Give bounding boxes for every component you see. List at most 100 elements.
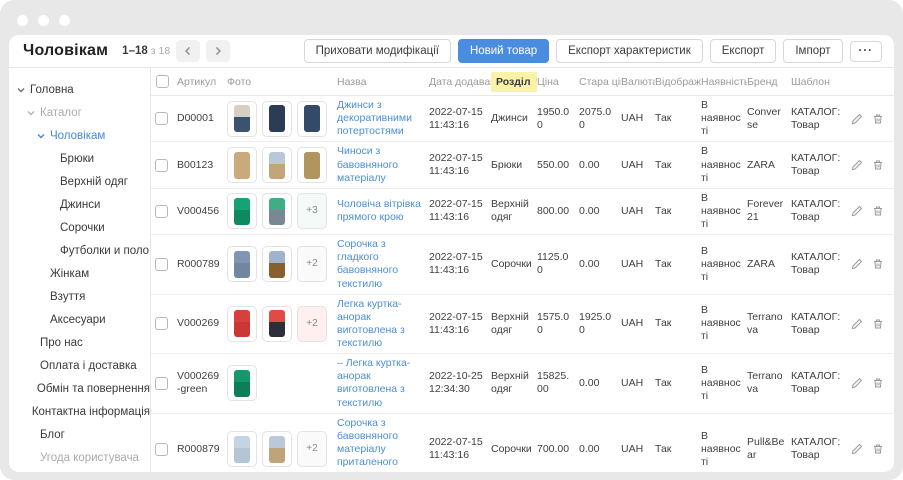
chevron-down-icon <box>37 132 50 140</box>
product-name-link[interactable]: Сорочка з гладкого бавовняного текстилю <box>337 238 398 289</box>
sidebar-item[interactable]: Оплата і доставка <box>9 354 150 377</box>
product-sku: V000269-green <box>177 370 227 396</box>
product-sku: R000879 <box>177 443 227 456</box>
pagination-total: з 18 <box>151 45 170 57</box>
hide-modifications-button[interactable]: Приховати модифікації <box>304 39 451 63</box>
row-checkbox[interactable] <box>155 159 168 172</box>
product-name-link[interactable]: Сорочка з бавовняного матеріалу притален… <box>337 417 398 472</box>
edit-button[interactable] <box>851 258 863 270</box>
row-checkbox[interactable] <box>155 112 168 125</box>
product-name-link[interactable]: Джинси з декоративними потертостями <box>337 99 412 137</box>
next-page-button[interactable] <box>206 40 230 62</box>
delete-button[interactable] <box>872 113 884 125</box>
product-price: 1125.00 <box>537 251 579 277</box>
more-actions-button[interactable]: ··· <box>850 41 883 62</box>
sidebar-item[interactable]: Чоловікам <box>9 124 150 147</box>
row-checkbox[interactable] <box>155 317 168 330</box>
trash-icon <box>872 318 884 330</box>
sidebar-item[interactable]: Головна <box>9 78 150 101</box>
delete-button[interactable] <box>872 205 884 217</box>
select-all-checkbox[interactable] <box>156 75 169 88</box>
sidebar-item[interactable]: Аксесуари <box>9 308 150 331</box>
product-section: Верхній одяг <box>491 370 537 396</box>
row-checkbox[interactable] <box>155 377 168 390</box>
sidebar-item[interactable]: Джинси <box>9 193 150 216</box>
row-checkbox[interactable] <box>155 258 168 271</box>
delete-button[interactable] <box>872 377 884 389</box>
product-currency: UAH <box>621 205 655 218</box>
product-currency: UAH <box>621 377 655 390</box>
sidebar-item-label: Чоловікам <box>50 130 105 142</box>
sidebar-item[interactable]: Взуття <box>9 285 150 308</box>
row-checkbox[interactable] <box>155 443 168 456</box>
product-price: 800.00 <box>537 205 579 218</box>
product-availability: В наявності <box>701 245 747 284</box>
product-template: КАТАЛОГ: Товар <box>791 251 851 277</box>
table-body: D00001 Джинси з декоративними потертостя… <box>151 96 894 472</box>
product-template: КАТАЛОГ: Товар <box>791 198 851 224</box>
product-photos <box>227 147 337 183</box>
table-row: V000269-green – Легка куртка-анорак виго… <box>151 354 894 414</box>
sidebar-nav: Головна Каталог Чоловікам Брюки Верхній одяг… <box>9 68 151 472</box>
edit-button[interactable] <box>851 443 863 455</box>
more-photos-badge: +2 <box>297 306 327 342</box>
product-name-link[interactable]: Чиноси з бавовняного матеріалу <box>337 145 398 183</box>
sidebar-item[interactable]: Відгуки про магазин <box>9 469 150 472</box>
delete-button[interactable] <box>872 258 884 270</box>
export-button[interactable]: Експорт <box>710 39 777 63</box>
delete-button[interactable] <box>872 318 884 330</box>
new-product-button[interactable]: Новий товар <box>458 39 549 63</box>
row-actions <box>851 443 892 455</box>
product-brand: Converse <box>747 106 791 132</box>
edit-button[interactable] <box>851 205 863 217</box>
sidebar-item[interactable]: Жінкам <box>9 262 150 285</box>
product-display: Так <box>655 443 701 456</box>
sidebar-item[interactable]: Блог <box>9 423 150 446</box>
sidebar-item-label: Брюки <box>60 153 94 165</box>
sidebar-item[interactable]: Брюки <box>9 147 150 170</box>
row-checkbox[interactable] <box>155 205 168 218</box>
sidebar-item[interactable]: Сорочки <box>9 216 150 239</box>
product-date: 2022-07-15 11:43:16 <box>429 106 491 132</box>
sidebar-item[interactable]: Обмін та повернення <box>9 377 150 400</box>
sidebar-item[interactable]: Угода користувача <box>9 446 150 469</box>
edit-button[interactable] <box>851 113 863 125</box>
product-name-link[interactable]: Чоловіча вітрівка прямого крою <box>337 198 421 223</box>
product-photo <box>227 101 257 137</box>
maximize-window-icon[interactable] <box>59 15 70 26</box>
edit-button[interactable] <box>851 377 863 389</box>
sidebar-item-label: Каталог <box>40 107 82 119</box>
sidebar-item[interactable]: Контактна інформація <box>9 400 150 423</box>
product-name-link[interactable]: Легка куртка-анорак виготовлена з тексти… <box>337 298 405 349</box>
sidebar-item[interactable]: Футболки и поло <box>9 239 150 262</box>
product-currency: UAH <box>621 317 655 330</box>
edit-button[interactable] <box>851 159 863 171</box>
delete-button[interactable] <box>872 159 884 171</box>
pencil-icon <box>851 443 863 455</box>
sidebar-item[interactable]: Про нас <box>9 331 150 354</box>
close-window-icon[interactable] <box>17 15 28 26</box>
product-name-link[interactable]: – Легка куртка-анорак виготовлена з текс… <box>337 357 410 408</box>
column-header-section[interactable]: Розділ <box>491 72 537 92</box>
product-photos: +2 <box>227 431 337 467</box>
product-price: 700.00 <box>537 443 579 456</box>
column-header-old-price: Стара ціна <box>579 76 621 88</box>
row-actions <box>851 159 892 171</box>
column-header-photo: Фото <box>227 76 337 88</box>
chevron-left-icon <box>183 46 193 56</box>
product-display: Так <box>655 112 701 125</box>
delete-button[interactable] <box>872 443 884 455</box>
product-photo <box>262 431 292 467</box>
export-characteristics-button[interactable]: Експорт характеристик <box>556 39 703 63</box>
import-button[interactable]: Імпорт <box>783 39 842 63</box>
product-old-price: 0.00 <box>579 258 621 271</box>
sidebar-item[interactable]: Каталог <box>9 101 150 124</box>
row-actions <box>851 258 892 270</box>
product-photos <box>227 365 337 401</box>
sidebar-item[interactable]: Верхній одяг <box>9 170 150 193</box>
prev-page-button[interactable] <box>176 40 200 62</box>
edit-button[interactable] <box>851 318 863 330</box>
row-actions <box>851 377 892 389</box>
minimize-window-icon[interactable] <box>38 15 49 26</box>
table-row: D00001 Джинси з декоративними потертостя… <box>151 96 894 142</box>
